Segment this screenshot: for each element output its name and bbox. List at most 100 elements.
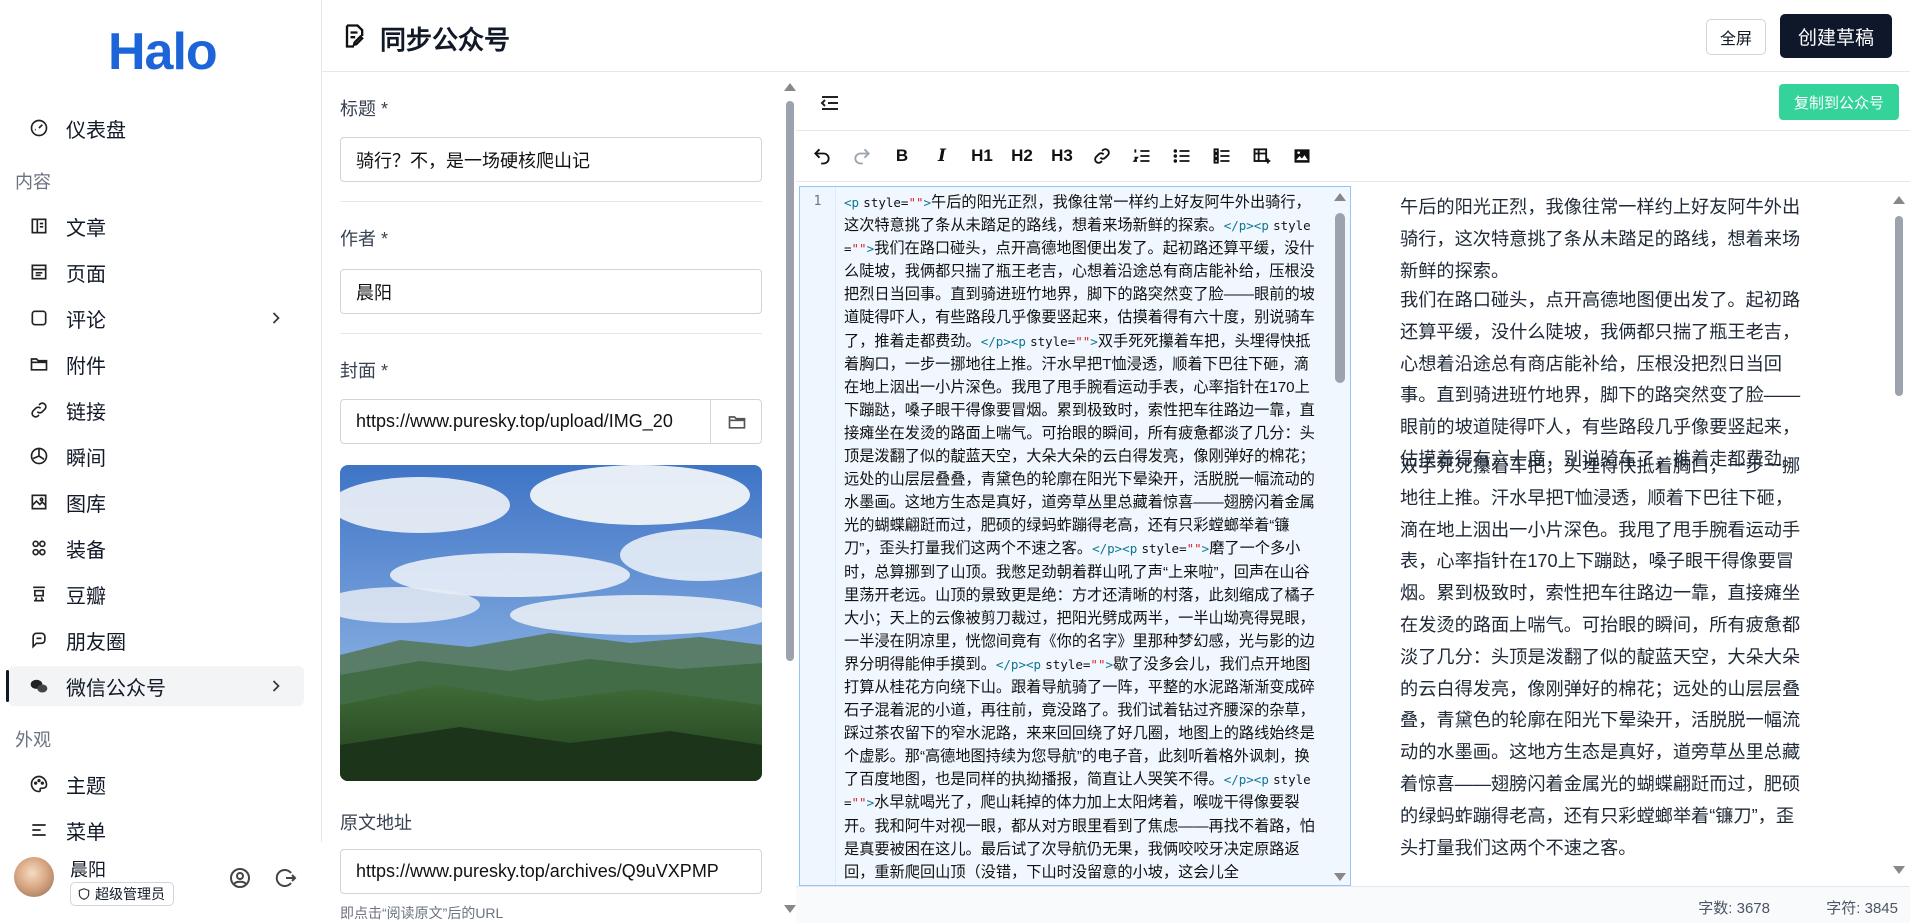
- sidebar-item-label: 微信公众号: [66, 677, 166, 700]
- role-label: 超级管理员: [95, 886, 165, 902]
- sidebar-item-label: 附件: [66, 355, 106, 378]
- comment-icon: [28, 307, 50, 329]
- char-count: 字符: 3845: [1826, 900, 1898, 917]
- author-field[interactable]: 晨阳: [340, 269, 762, 314]
- ordered-list-icon[interactable]: [1126, 140, 1158, 172]
- sidebar-item-gallery[interactable]: 图库: [8, 482, 304, 522]
- scrollbar-thumb[interactable]: [1895, 216, 1903, 396]
- task-list-icon[interactable]: [1206, 140, 1238, 172]
- scroll-up-icon[interactable]: [784, 83, 796, 91]
- sidebar-item-equipment[interactable]: 装备: [8, 528, 304, 568]
- sidebar-item-moments[interactable]: 瞬间: [8, 436, 304, 476]
- sidebar-item-wechat[interactable]: 微信公众号: [6, 666, 304, 706]
- sidebar-item-label: 图库: [66, 493, 106, 516]
- chevron-right-icon: [266, 308, 286, 328]
- chevron-right-icon: [266, 676, 286, 696]
- sidebar-item-links[interactable]: 链接: [8, 390, 304, 430]
- code-editor[interactable]: 1 <p style="">午后的阳光正烈，我像往常一样约上好友阿牛外出骑行，这…: [799, 186, 1351, 886]
- editor-toolbar: B I H1 H2 H3: [796, 130, 1910, 182]
- link-icon: [28, 399, 50, 421]
- logout-icon[interactable]: [274, 866, 300, 892]
- scrollbar-thumb[interactable]: [1335, 213, 1345, 383]
- scrollbar[interactable]: [782, 73, 798, 923]
- halo-logo[interactable]: Halo: [108, 22, 218, 82]
- moment-icon: [28, 445, 50, 467]
- fullscreen-button[interactable]: 全屏: [1706, 19, 1766, 55]
- sidebar-item-attachments[interactable]: 附件: [8, 344, 304, 384]
- cover-label: 封面 *: [340, 361, 389, 381]
- bold-button[interactable]: B: [886, 140, 918, 172]
- sidebar-item-douban[interactable]: 豆瓣: [8, 574, 304, 614]
- italic-button[interactable]: I: [926, 140, 958, 172]
- scroll-up-icon[interactable]: [1334, 193, 1346, 201]
- douban-icon: [28, 583, 50, 605]
- source-text[interactable]: <p style="">午后的阳光正烈，我像往常一样约上好友阿牛外出骑行，这次特…: [844, 191, 1318, 884]
- heading3-button[interactable]: H3: [1046, 140, 1078, 172]
- page-icon: [28, 261, 50, 283]
- scrollbar-thumb[interactable]: [786, 101, 794, 661]
- image-icon[interactable]: [1286, 140, 1318, 172]
- shield-icon: [78, 888, 90, 900]
- code-paragraph: 歇了没多会儿，我们点开地图打算从桂花方向绕下山。跟着导航骑了一阵，平整的水泥路渐…: [844, 655, 1315, 789]
- sidebar-item-theme[interactable]: 主题: [8, 764, 304, 804]
- preview-paragraph: 午后的阳光正烈，我像往常一样约上好友阿牛外出骑行，这次特意挑了条从未踏足的路线，…: [1400, 197, 1801, 281]
- code-scrollbar[interactable]: [1330, 187, 1350, 885]
- scroll-down-icon[interactable]: [1334, 873, 1346, 881]
- divider: [340, 201, 762, 202]
- page-header: 同步公众号 全屏 创建草稿: [322, 0, 1910, 72]
- cover-image: [340, 465, 762, 781]
- sidebar-item-label: 链接: [66, 401, 106, 424]
- section-label-appearance: 外观: [15, 730, 51, 750]
- avatar[interactable]: [14, 857, 54, 897]
- role-badge: 超级管理员: [70, 882, 174, 906]
- sidebar: Halo 仪表盘 内容 文章 页面 评论 附件 链接 瞬间 图库 装备 豆瓣 朋…: [0, 0, 322, 923]
- sidebar-item-comments[interactable]: 评论: [8, 298, 304, 338]
- scroll-down-icon[interactable]: [1893, 866, 1905, 874]
- sidebar-item-label: 评论: [66, 309, 106, 332]
- create-draft-button[interactable]: 创建草稿: [1780, 14, 1892, 58]
- profile-icon[interactable]: [228, 866, 254, 892]
- source-url-label: 原文地址: [340, 813, 412, 833]
- heading2-button[interactable]: H2: [1006, 140, 1038, 172]
- collapse-sidebar-icon[interactable]: [818, 91, 844, 117]
- heading1-button[interactable]: H1: [966, 140, 998, 172]
- scroll-down-icon[interactable]: [784, 905, 796, 913]
- dashboard-icon: [28, 117, 50, 139]
- section-label-content: 内容: [15, 172, 51, 192]
- sidebar-item-label: 瞬间: [66, 447, 106, 470]
- bullet-list-icon[interactable]: [1166, 140, 1198, 172]
- user-panel: 晨阳 超级管理员: [0, 842, 322, 923]
- code-paragraph: 磨了一个多小时，总算挪到了山顶。我憋足劲朝着群山吼了声“上来啦”，回声在山谷里荡…: [844, 540, 1315, 673]
- folder-icon[interactable]: [710, 399, 762, 444]
- redo-icon[interactable]: [846, 140, 878, 172]
- undo-icon[interactable]: [806, 140, 838, 172]
- editor-panel: 复制到公众号 B I H1 H2 H3 1 <p style="">午后的阳光正…: [782, 73, 1910, 923]
- link-icon[interactable]: [1086, 140, 1118, 172]
- title-field[interactable]: 骑行？不，是一场硬核爬山记: [340, 137, 762, 182]
- author-label: 作者 *: [340, 229, 389, 249]
- sidebar-item-label: 文章: [66, 217, 106, 240]
- divider: [340, 333, 762, 334]
- copy-to-wechat-button[interactable]: 复制到公众号: [1779, 84, 1899, 120]
- source-url-hint: 即点击“阅读原文”后的URL: [340, 905, 504, 921]
- line-number: 1: [813, 194, 822, 209]
- gallery-icon: [28, 491, 50, 513]
- sidebar-item-pages[interactable]: 页面: [8, 252, 304, 292]
- cover-url-field[interactable]: https://www.puresky.top/upload/IMG_20: [340, 399, 762, 444]
- preview-paragraph: 双手死死攥着车把，头埋得快抵着胸口，一步一挪地往上推。汗水早把T恤浸透，顺着下巴…: [1400, 456, 1801, 858]
- sidebar-item-friends[interactable]: 朋友圈: [8, 620, 304, 660]
- source-url-field[interactable]: https://www.puresky.top/archives/Q9uVXPM…: [340, 849, 762, 894]
- article-form: 标题 * 骑行？不，是一场硬核爬山记 作者 * 晨阳 封面 * https://…: [322, 73, 772, 923]
- preview-scrollbar[interactable]: [1890, 186, 1908, 886]
- sidebar-item-dashboard[interactable]: 仪表盘: [8, 108, 304, 148]
- word-count: 字数: 3678: [1698, 900, 1770, 917]
- article-icon: [28, 215, 50, 237]
- menu-icon: [28, 819, 50, 841]
- sidebar-item-label: 主题: [66, 775, 106, 798]
- sidebar-item-articles[interactable]: 文章: [8, 206, 304, 246]
- scroll-up-icon[interactable]: [1893, 196, 1905, 204]
- user-name: 晨阳: [70, 860, 106, 880]
- code-paragraph: 水早就喝光了，爬山耗掉的体力加上太阳烤着，喉咙干得像要裂开。我和阿牛对视一眼，都…: [844, 794, 1315, 881]
- sidebar-item-label: 仪表盘: [66, 119, 126, 142]
- insert-table-icon[interactable]: [1246, 140, 1278, 172]
